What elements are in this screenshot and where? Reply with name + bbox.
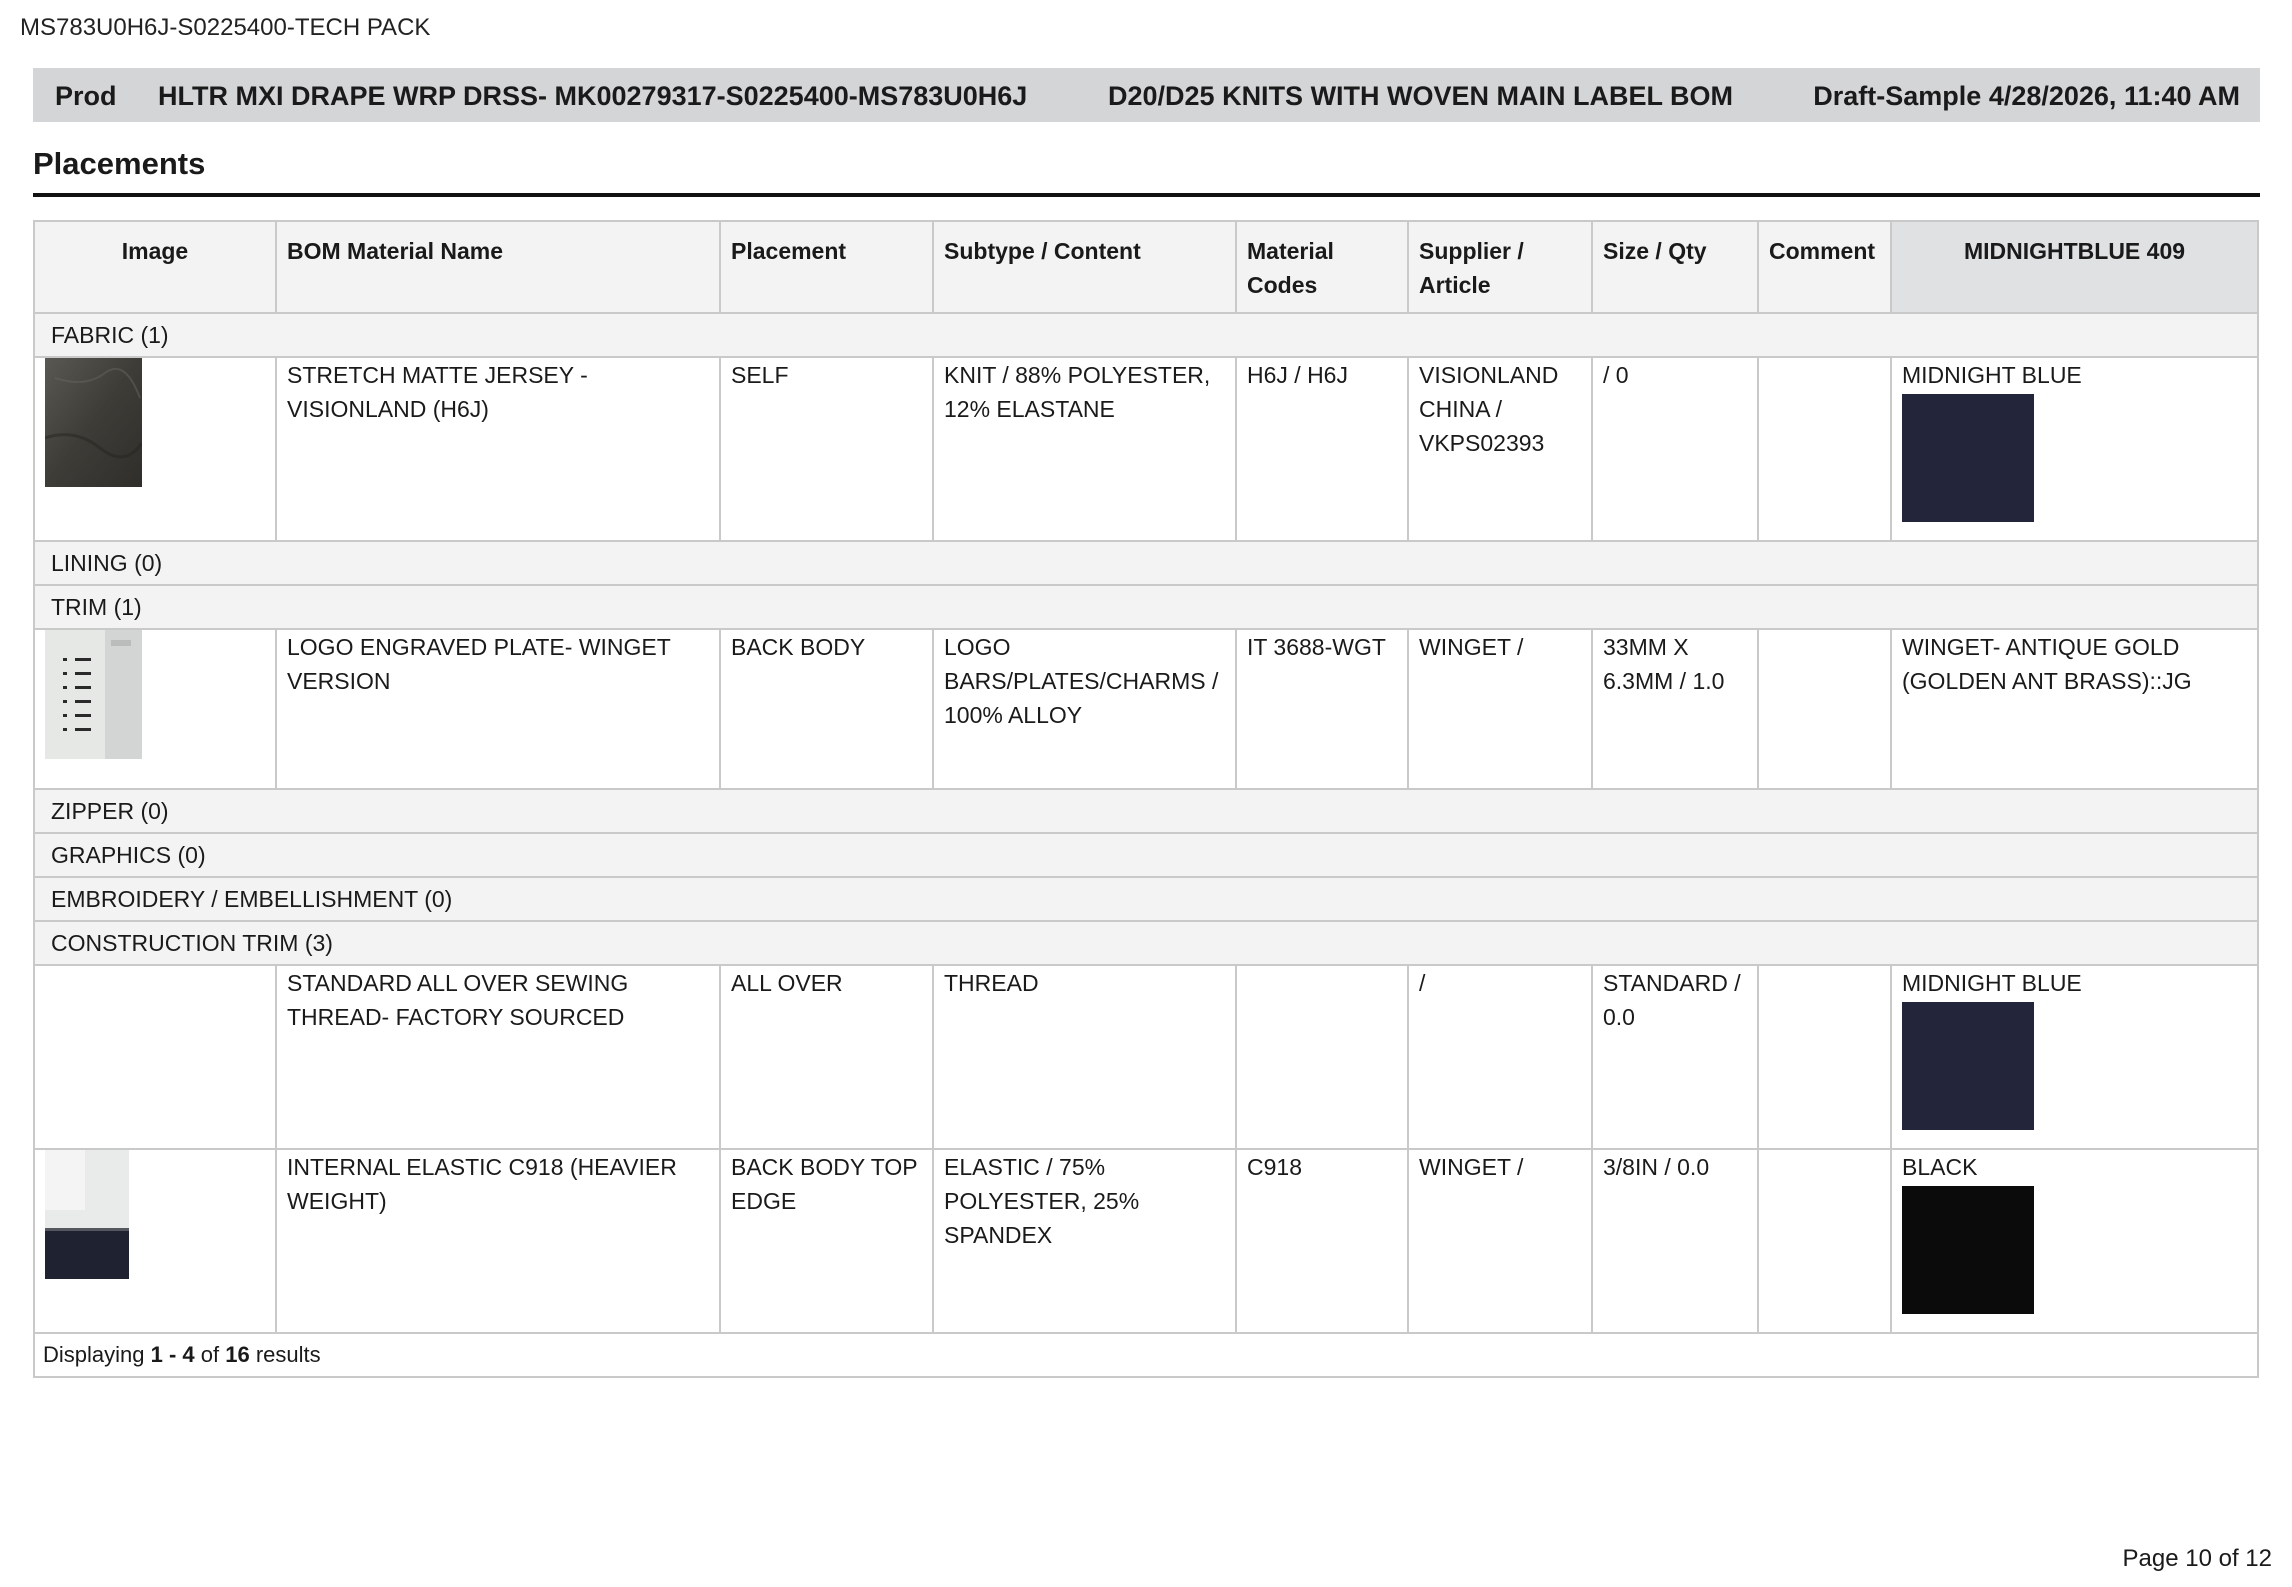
header-product-name: HLTR MXI DRAPE WRP DRSS- MK00279317-S022… <box>158 81 1028 111</box>
bom-table: Image BOM Material Name Placement Subtyp… <box>33 220 2259 1378</box>
results-summary: Displaying 1 - 4 of 16 results <box>33 1332 2259 1378</box>
colorway-cell: BLACK <box>1890 1148 2259 1334</box>
bom-material-name: INTERNAL ELASTIC C918 (HEAVIER WEIGHT) <box>275 1148 721 1334</box>
color-name: WINGET- ANTIQUE GOLD (GOLDEN ANT BRASS):… <box>1902 634 2192 694</box>
material-image-cell <box>33 628 277 790</box>
col-header-image[interactable]: Image <box>33 220 277 314</box>
table-row[interactable]: STANDARD ALL OVER SEWING THREAD- FACTORY… <box>33 964 2259 1150</box>
col-header-placement[interactable]: Placement <box>719 220 934 314</box>
supplier-article: / <box>1407 964 1593 1150</box>
color-name: BLACK <box>1902 1154 1978 1180</box>
col-header-material-codes[interactable]: Material Codes <box>1235 220 1409 314</box>
comment <box>1757 628 1892 790</box>
material-image-cell <box>33 356 277 542</box>
comment <box>1757 964 1892 1150</box>
colorway-cell: MIDNIGHT BLUE <box>1890 356 2259 542</box>
bom-material-name: LOGO ENGRAVED PLATE- WINGET VERSION <box>275 628 721 790</box>
color-swatch <box>1902 1186 2034 1314</box>
col-header-supplier-article[interactable]: Supplier / Article <box>1407 220 1593 314</box>
category-label: EMBROIDERY / EMBELLISHMENT (0) <box>33 876 2259 922</box>
color-name: MIDNIGHT BLUE <box>1902 362 2082 388</box>
placement: BACK BODY <box>719 628 934 790</box>
category-row-construction-trim: CONSTRUCTION TRIM (3) <box>33 920 2259 966</box>
subtype-content: THREAD <box>932 964 1237 1150</box>
supplier-article: WINGET / <box>1407 1148 1593 1334</box>
col-header-comment[interactable]: Comment <box>1757 220 1892 314</box>
category-label: TRIM (1) <box>33 584 2259 630</box>
trim-thumbnail-image[interactable] <box>45 630 142 759</box>
header-bar: Prod HLTR MXI DRAPE WRP DRSS- MK00279317… <box>33 68 2260 122</box>
material-codes: C918 <box>1235 1148 1409 1334</box>
size-qty: STANDARD / 0.0 <box>1591 964 1759 1150</box>
category-row-embroidery: EMBROIDERY / EMBELLISHMENT (0) <box>33 876 2259 922</box>
results-middle: of <box>194 1342 226 1367</box>
results-total: 16 <box>225 1342 250 1367</box>
subtype-content: ELASTIC / 75% POLYESTER, 25% SPANDEX <box>932 1148 1237 1334</box>
col-header-size-qty[interactable]: Size / Qty <box>1591 220 1759 314</box>
col-header-colorway[interactable]: MIDNIGHTBLUE 409 <box>1890 220 2259 314</box>
bom-material-name: STANDARD ALL OVER SEWING THREAD- FACTORY… <box>275 964 721 1150</box>
size-qty: 3/8IN / 0.0 <box>1591 1148 1759 1334</box>
colorway-cell: MIDNIGHT BLUE <box>1890 964 2259 1150</box>
table-row[interactable]: STRETCH MATTE JERSEY - VISIONLAND (H6J) … <box>33 356 2259 542</box>
category-label: LINING (0) <box>33 540 2259 586</box>
section-divider <box>33 193 2260 197</box>
material-image-cell <box>33 964 277 1150</box>
color-name: MIDNIGHT BLUE <box>1902 970 2082 996</box>
header-status: Draft-Sample 4/28/2026, 11:40 AM <box>1813 81 2240 111</box>
category-row-zipper: ZIPPER (0) <box>33 788 2259 834</box>
results-prefix: Displaying <box>43 1342 151 1367</box>
placement: BACK BODY TOP EDGE <box>719 1148 934 1334</box>
comment <box>1757 356 1892 542</box>
section-title: Placements <box>33 146 206 181</box>
material-codes: H6J / H6J <box>1235 356 1409 542</box>
supplier-article: WINGET / <box>1407 628 1593 790</box>
category-label: FABRIC (1) <box>33 312 2259 358</box>
material-codes: IT 3688-WGT <box>1235 628 1409 790</box>
col-header-bom-material-name[interactable]: BOM Material Name <box>275 220 721 314</box>
elastic-thumbnail-image[interactable] <box>45 1150 129 1279</box>
col-header-subtype-content[interactable]: Subtype / Content <box>932 220 1237 314</box>
category-label: CONSTRUCTION TRIM (3) <box>33 920 2259 966</box>
color-swatch <box>1902 394 2034 522</box>
header-prod: Prod <box>55 81 117 111</box>
placement: ALL OVER <box>719 964 934 1150</box>
comment <box>1757 1148 1892 1334</box>
colorway-cell: WINGET- ANTIQUE GOLD (GOLDEN ANT BRASS):… <box>1890 628 2259 790</box>
fabric-thumbnail-image[interactable] <box>45 358 142 487</box>
category-label: ZIPPER (0) <box>33 788 2259 834</box>
material-codes <box>1235 964 1409 1150</box>
color-swatch <box>1902 1002 2034 1130</box>
subtype-content: LOGO BARS/PLATES/CHARMS / 100% ALLOY <box>932 628 1237 790</box>
placement: SELF <box>719 356 934 542</box>
supplier-article: VISIONLAND CHINA / VKPS02393 <box>1407 356 1593 542</box>
size-qty: / 0 <box>1591 356 1759 542</box>
category-label: GRAPHICS (0) <box>33 832 2259 878</box>
page-number: Page 10 of 12 <box>2122 1545 2272 1572</box>
table-row[interactable]: INTERNAL ELASTIC C918 (HEAVIER WEIGHT) B… <box>33 1148 2259 1334</box>
results-range: 1 - 4 <box>150 1342 195 1367</box>
header-bom: D20/D25 KNITS WITH WOVEN MAIN LABEL BOM <box>1108 81 1734 111</box>
table-row[interactable]: LOGO ENGRAVED PLATE- WINGET VERSION BACK… <box>33 628 2259 790</box>
category-row-trim: TRIM (1) <box>33 584 2259 630</box>
results-footer-row: Displaying 1 - 4 of 16 results <box>33 1332 2259 1378</box>
category-row-lining: LINING (0) <box>33 540 2259 586</box>
document-title: MS783U0H6J-S0225400-TECH PACK <box>20 14 431 41</box>
category-row-graphics: GRAPHICS (0) <box>33 832 2259 878</box>
size-qty: 33MM X 6.3MM / 1.0 <box>1591 628 1759 790</box>
category-row-fabric: FABRIC (1) <box>33 312 2259 358</box>
material-image-cell <box>33 1148 277 1334</box>
bom-material-name: STRETCH MATTE JERSEY - VISIONLAND (H6J) <box>275 356 721 542</box>
subtype-content: KNIT / 88% POLYESTER, 12% ELASTANE <box>932 356 1237 542</box>
results-suffix: results <box>249 1342 321 1367</box>
table-header-row: Image BOM Material Name Placement Subtyp… <box>33 220 2259 314</box>
